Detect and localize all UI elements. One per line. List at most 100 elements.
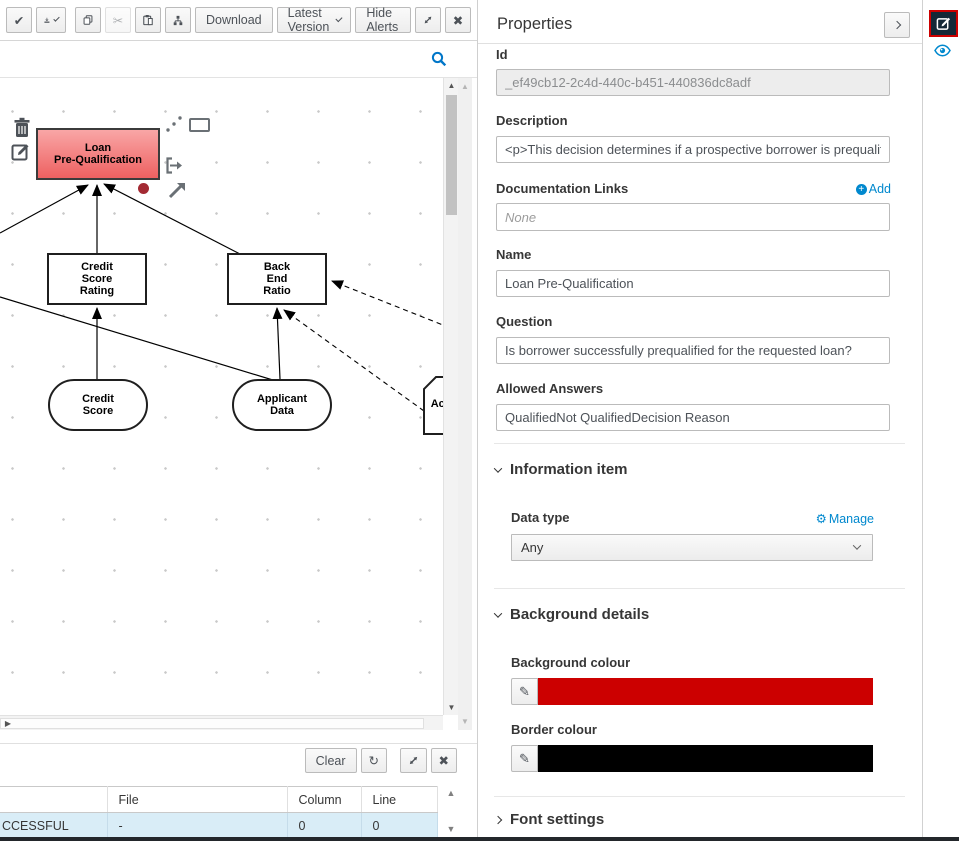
- connection-anchor-dot[interactable]: [138, 183, 149, 194]
- add-label: Add: [869, 182, 891, 196]
- chevron-down-icon: [53, 15, 59, 21]
- scroll-up-icon[interactable]: ▲: [458, 82, 472, 91]
- docked-panels-rail: [922, 0, 959, 837]
- scroll-down-icon[interactable]: ▼: [441, 824, 461, 834]
- section-information-item[interactable]: Information item: [495, 461, 628, 478]
- dmn-diagram-canvas[interactable]: Loan Pre-Qualification Credit Score Rati…: [0, 78, 443, 715]
- latest-version-dropdown[interactable]: Latest Version: [277, 7, 352, 33]
- save-icon: [44, 14, 50, 27]
- download-label: Download: [206, 13, 262, 27]
- column-header-file: File: [107, 787, 287, 813]
- name-field[interactable]: [496, 270, 890, 297]
- scrollbar-thumb[interactable]: [0, 718, 424, 729]
- drag-arrow-icon[interactable]: [167, 179, 188, 200]
- alerts-header-row: File Column Line: [0, 787, 437, 813]
- cell-message: CCESSFUL: [0, 813, 107, 840]
- refresh-icon: ↻: [369, 753, 379, 768]
- alerts-table-row[interactable]: CCESSFUL - 0 0: [0, 813, 437, 840]
- allowed-answers-label: Allowed Answers: [496, 381, 603, 396]
- scroll-down-icon[interactable]: ▼: [444, 703, 459, 712]
- preview-eye-icon[interactable]: [934, 44, 951, 57]
- node-credit-score-rating[interactable]: Credit Score Rating: [47, 253, 147, 305]
- cell-file: -: [107, 813, 287, 840]
- clear-alerts-button[interactable]: Clear: [305, 748, 357, 773]
- canvas-vertical-scrollbar[interactable]: ▲ ▼: [443, 78, 458, 715]
- panel-title: Properties: [497, 15, 572, 34]
- cell-column: 0: [287, 813, 361, 840]
- edit-background-colour-button[interactable]: ✎: [511, 678, 538, 705]
- clear-label: Clear: [316, 754, 346, 768]
- question-field[interactable]: [496, 337, 890, 364]
- download-button[interactable]: Download: [195, 7, 273, 33]
- node-back-end-ratio[interactable]: Back End Ratio: [227, 253, 327, 305]
- collapse-panel-button[interactable]: [884, 12, 910, 38]
- node-lender-acceptable-partial[interactable]: Le Acce: [427, 386, 443, 426]
- validate-button[interactable]: ✔: [6, 7, 32, 33]
- edit-border-colour-button[interactable]: ✎: [511, 745, 538, 772]
- properties-panel: Properties Id Description Documentation …: [478, 0, 922, 837]
- scroll-down-icon[interactable]: ▼: [458, 717, 472, 726]
- node-credit-score[interactable]: Credit Score: [48, 379, 148, 431]
- delete-node-icon[interactable]: [12, 117, 32, 138]
- cut-button[interactable]: ✂: [105, 7, 131, 33]
- dmn-editor-window: ✔ ✂: [0, 0, 959, 841]
- scroll-right-icon[interactable]: ▶: [0, 719, 16, 728]
- scroll-up-icon[interactable]: ▲: [444, 81, 459, 90]
- paste-icon: [143, 13, 153, 27]
- data-type-value: Any: [521, 540, 543, 555]
- create-node-icon[interactable]: [189, 118, 210, 132]
- data-type-label: Data type: [511, 510, 570, 525]
- pencil-icon: ✎: [519, 751, 530, 767]
- manage-data-types-link[interactable]: ⚙Manage: [816, 511, 874, 526]
- goto-expression-icon[interactable]: [165, 157, 185, 174]
- close-editor-button[interactable]: ✖: [445, 7, 471, 33]
- expand-editor-button[interactable]: [415, 7, 441, 33]
- scroll-up-icon[interactable]: ▲: [441, 788, 461, 798]
- id-label: Id: [496, 47, 508, 62]
- outer-scrollbar[interactable]: ▲ ▼: [458, 78, 472, 730]
- check-icon: ✔: [14, 13, 24, 28]
- gear-icon: ⚙: [816, 511, 827, 526]
- edit-node-icon[interactable]: [11, 142, 31, 162]
- search-icon[interactable]: [431, 51, 447, 67]
- node-applicant-data[interactable]: Applicant Data: [232, 379, 332, 431]
- documentation-links-empty: None: [496, 203, 890, 231]
- copy-icon: [83, 13, 93, 27]
- column-header-line: Line: [361, 787, 437, 813]
- node-loan-pre-qualification[interactable]: Loan Pre-Qualification: [36, 128, 160, 180]
- alerts-table: File Column Line CCESSFUL - 0 0: [0, 786, 438, 840]
- description-field[interactable]: [496, 136, 890, 163]
- scrollbar-thumb[interactable]: [446, 95, 457, 215]
- add-documentation-link[interactable]: +Add: [856, 182, 891, 196]
- allowed-answers-field[interactable]: [496, 404, 890, 431]
- hide-alerts-button[interactable]: Hide Alerts: [355, 7, 411, 33]
- chevron-down-icon: [853, 541, 861, 549]
- chevron-down-icon: [494, 609, 502, 617]
- expand-alerts-button[interactable]: [400, 748, 427, 773]
- create-connector-icon[interactable]: [165, 115, 184, 134]
- paste-button[interactable]: [135, 7, 161, 33]
- properties-dock-toggle[interactable]: [929, 10, 958, 37]
- pencil-square-icon: [936, 16, 951, 31]
- refresh-alerts-button[interactable]: ↻: [361, 748, 387, 773]
- none-placeholder: None: [505, 210, 536, 225]
- section-background-details[interactable]: Background details: [495, 606, 649, 623]
- section-title: Font settings: [510, 811, 604, 828]
- section-title: Information item: [510, 461, 628, 478]
- copy-button[interactable]: [75, 7, 101, 33]
- border-colour-label: Border colour: [511, 722, 597, 737]
- id-field: [496, 69, 890, 96]
- save-button[interactable]: [36, 7, 66, 33]
- alerts-scrollbar[interactable]: ▲ ▼: [441, 786, 461, 840]
- close-alerts-button[interactable]: ✖: [431, 748, 457, 773]
- background-colour-picker: ✎: [511, 678, 873, 705]
- section-font-settings[interactable]: Font settings: [495, 811, 604, 828]
- manage-label: Manage: [829, 512, 874, 526]
- background-colour-swatch[interactable]: [538, 678, 873, 705]
- border-colour-swatch[interactable]: [538, 745, 873, 772]
- scissors-icon: ✂: [113, 13, 123, 28]
- perspective-button[interactable]: [165, 7, 191, 33]
- canvas-horizontal-scrollbar[interactable]: ▶: [0, 715, 443, 730]
- data-type-select[interactable]: Any: [511, 534, 873, 561]
- name-label: Name: [496, 247, 531, 262]
